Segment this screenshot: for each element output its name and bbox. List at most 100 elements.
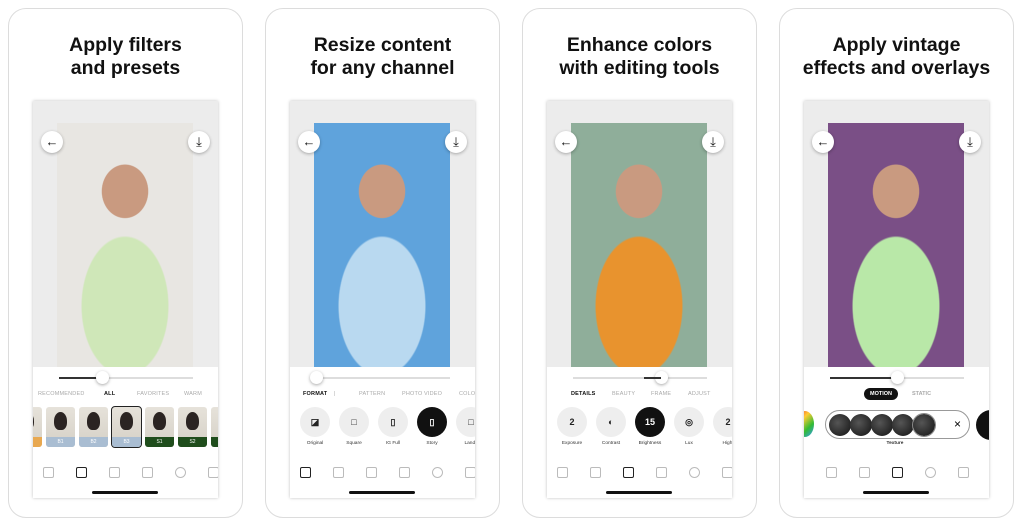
option-square[interactable]: □ xyxy=(339,407,369,437)
option-label: Square xyxy=(346,441,362,446)
filters-icon[interactable] xyxy=(76,467,87,478)
option-brightness[interactable]: 15 xyxy=(635,407,665,437)
intensity-slider[interactable] xyxy=(59,371,193,384)
text-icon[interactable] xyxy=(689,467,700,478)
back-button[interactable]: ← xyxy=(812,131,834,153)
option-label: Story xyxy=(426,441,438,446)
option-exposure[interactable]: 2 xyxy=(557,407,587,437)
slider-knob[interactable] xyxy=(310,371,323,384)
adjust-icon[interactable] xyxy=(859,467,870,478)
option-label: Brightness xyxy=(638,441,662,446)
layout-icon[interactable] xyxy=(722,467,732,478)
filters-icon[interactable] xyxy=(590,467,601,478)
download-button[interactable]: ⤓ xyxy=(445,131,467,153)
tab-adjust[interactable]: ADJUST xyxy=(688,391,711,397)
filters-icon[interactable] xyxy=(826,467,837,478)
intensity-slider[interactable] xyxy=(573,371,707,384)
tab-colo[interactable]: COLO xyxy=(459,391,475,397)
tab-all[interactable]: ALL xyxy=(104,391,115,397)
tab-frame[interactable]: FRAME xyxy=(651,391,671,397)
close-texture-button[interactable]: × xyxy=(954,418,961,430)
panel-title: Resize content for any channel xyxy=(310,34,455,79)
option-ig-full[interactable]: ▯ xyxy=(378,407,408,437)
tab-motion[interactable]: MOTION xyxy=(864,388,898,400)
filters-icon[interactable] xyxy=(333,467,344,478)
tab-warm[interactable]: WARM xyxy=(184,391,202,397)
overlay-icon[interactable] xyxy=(892,467,903,478)
filter-thumbnail[interactable]: S1 xyxy=(145,407,174,447)
option-row: × Texture Vi xyxy=(804,407,989,453)
back-button[interactable]: ← xyxy=(555,131,577,153)
adjust-icon[interactable] xyxy=(623,467,634,478)
option-original[interactable]: ◪ xyxy=(300,407,330,437)
filter-thumbnail[interactable]: B3 xyxy=(111,406,142,448)
crop-icon[interactable] xyxy=(43,467,54,478)
texture-thumbnail[interactable] xyxy=(892,414,914,436)
option-lux[interactable]: ◎ xyxy=(674,407,704,437)
option-label: IG Full xyxy=(385,441,401,446)
adjust-icon[interactable] xyxy=(366,467,377,478)
slider-knob[interactable] xyxy=(891,371,904,384)
layout-icon[interactable] xyxy=(208,467,218,478)
photo-preview xyxy=(57,123,193,367)
tab-favorites[interactable]: FAVORITES xyxy=(137,391,169,397)
overlay-prev[interactable] xyxy=(804,411,814,437)
layout-icon[interactable] xyxy=(958,467,969,478)
thumbnail-image xyxy=(87,412,100,430)
panel-card: Resize content for any channel ← ⤓ FORMAT | P… xyxy=(265,8,500,518)
tab-format[interactable]: FORMAT xyxy=(303,391,327,397)
overlay-icon[interactable] xyxy=(656,467,667,478)
tab-pattern[interactable]: PATTERN xyxy=(359,391,385,397)
option-label: Lux xyxy=(685,441,693,446)
option-lands[interactable]: □ xyxy=(456,407,475,437)
download-button[interactable]: ⤓ xyxy=(702,131,724,153)
intensity-slider[interactable] xyxy=(830,371,964,384)
home-indicator xyxy=(606,491,672,494)
photo-preview xyxy=(314,123,450,367)
text-icon[interactable] xyxy=(925,467,936,478)
texture-thumbnail[interactable] xyxy=(829,414,851,436)
texture-thumbnail[interactable] xyxy=(850,414,872,436)
option-row: B1 B2 B3 S1 S2 xyxy=(33,406,218,453)
overlay-next-label: Vi xyxy=(971,441,990,446)
tab-recommended[interactable]: RECOMMENDED xyxy=(38,391,85,397)
tab-static[interactable]: STATIC xyxy=(912,391,931,397)
option-highl[interactable]: 2 xyxy=(713,407,732,437)
texture-thumbnail[interactable] xyxy=(912,413,936,437)
tab-video[interactable]: VIDEO xyxy=(424,391,442,397)
phone-screen: ← ⤓ RECOMMENDED ALL FAVORITES WARM B1 B2 B3 S1 S2 xyxy=(33,101,218,498)
option-story[interactable]: ▯ xyxy=(417,407,447,437)
tab-beauty[interactable]: BEAUTY xyxy=(612,391,635,397)
filter-thumbnail[interactable]: S2 xyxy=(178,407,207,447)
overlay-icon[interactable] xyxy=(399,467,410,478)
text-icon[interactable] xyxy=(432,467,443,478)
download-button[interactable]: ⤓ xyxy=(959,131,981,153)
layout-icon[interactable] xyxy=(465,467,475,478)
crop-icon[interactable] xyxy=(557,467,568,478)
category-tabs: FORMAT | PATTERN PHOTO VIDEO COLO xyxy=(290,391,475,403)
filter-thumbnail[interactable]: B2 xyxy=(79,407,108,447)
back-button[interactable]: ← xyxy=(41,131,63,153)
overlay-icon[interactable] xyxy=(142,467,153,478)
panel-title: Apply vintage effects and overlays xyxy=(802,34,991,79)
filter-thumbnail[interactable] xyxy=(33,407,42,447)
tab-details[interactable]: DETAILS xyxy=(571,391,596,397)
back-button[interactable]: ← xyxy=(298,131,320,153)
filter-label: B3 xyxy=(112,437,141,447)
tab-photo[interactable]: PHOTO xyxy=(402,391,422,397)
option-contrast[interactable]: ◐ xyxy=(596,407,626,437)
photo-preview xyxy=(571,123,707,367)
download-button[interactable]: ⤓ xyxy=(188,131,210,153)
crop-icon[interactable] xyxy=(300,467,311,478)
texture-group[interactable]: × xyxy=(825,410,970,439)
filter-thumbnail[interactable]: B1 xyxy=(46,407,75,447)
adjust-icon[interactable] xyxy=(109,467,120,478)
option-row: ◪ Original □ Square ▯ IG Full ▯ Story □ Lands xyxy=(290,407,475,453)
tab-divider: | xyxy=(334,391,336,397)
overlay-next[interactable] xyxy=(976,410,989,440)
intensity-slider[interactable] xyxy=(310,371,450,384)
texture-thumbnail[interactable] xyxy=(871,414,893,436)
slider-knob[interactable] xyxy=(95,371,109,384)
text-icon[interactable] xyxy=(175,467,186,478)
filter-thumbnail[interactable] xyxy=(211,407,218,447)
